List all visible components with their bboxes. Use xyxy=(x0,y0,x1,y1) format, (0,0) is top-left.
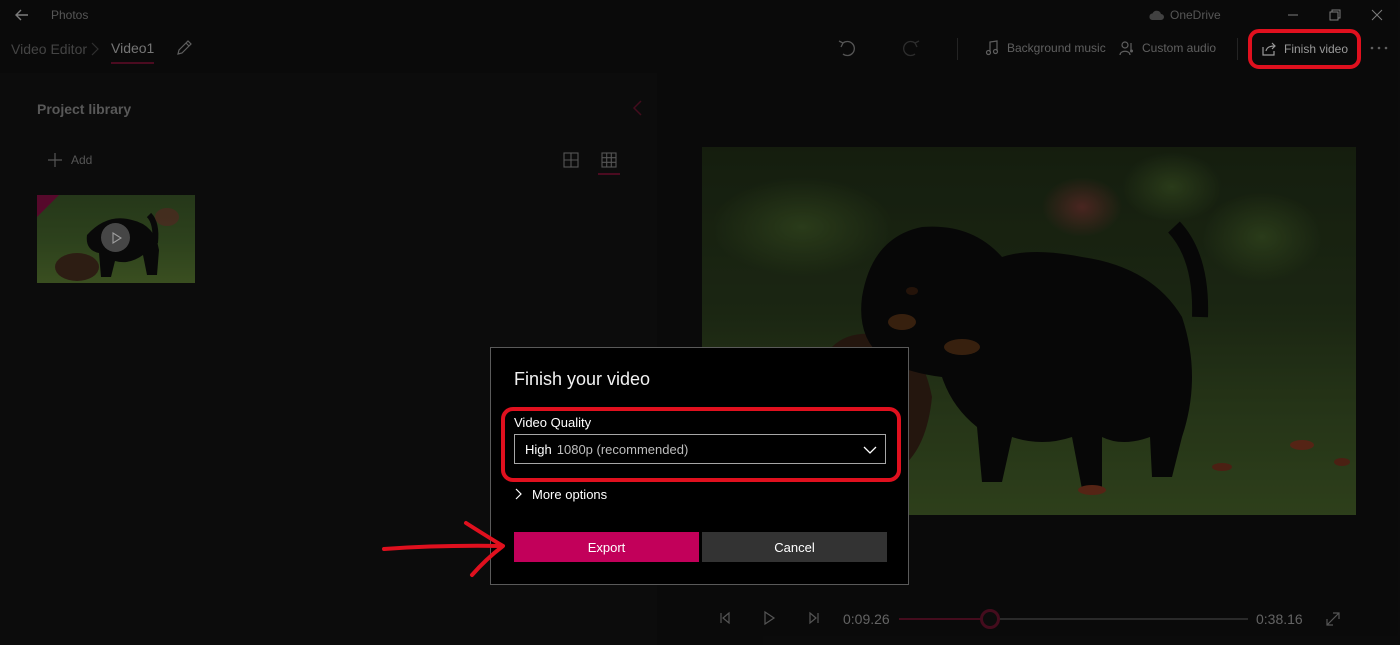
previous-frame-button[interactable] xyxy=(717,610,733,626)
onedrive-label: OneDrive xyxy=(1170,8,1221,22)
restore-button[interactable] xyxy=(1320,2,1350,28)
export-button[interactable]: Export xyxy=(514,532,699,562)
custom-audio-button[interactable]: Custom audio xyxy=(1119,38,1216,58)
more-options-menu-button[interactable] xyxy=(1368,38,1390,58)
add-media-button[interactable]: Add xyxy=(47,151,92,169)
minimize-icon xyxy=(1288,14,1298,16)
minimize-button[interactable] xyxy=(1278,2,1308,28)
share-icon xyxy=(1262,42,1276,56)
title-bar: Photos OneDrive xyxy=(0,0,1400,30)
small-thumbnail-view-button[interactable] xyxy=(598,149,620,175)
app-title: Photos xyxy=(51,8,89,22)
onedrive-status[interactable]: OneDrive xyxy=(1148,7,1221,23)
grid-2x2-icon xyxy=(563,152,579,168)
total-time: 0:38.16 xyxy=(1256,611,1303,627)
back-arrow-icon xyxy=(15,9,28,21)
seek-progress xyxy=(899,618,990,620)
cancel-button[interactable]: Cancel xyxy=(702,532,887,562)
plus-icon xyxy=(48,153,62,167)
restore-icon xyxy=(1329,9,1341,21)
redo-button[interactable] xyxy=(900,38,922,58)
chevron-right-icon xyxy=(515,488,522,500)
undo-icon xyxy=(838,40,855,57)
chevron-left-icon xyxy=(632,100,642,116)
cloud-icon xyxy=(1149,10,1164,20)
playback-bar: 0:09.26 0:38.16 xyxy=(657,600,1400,638)
ellipsis-icon xyxy=(1370,46,1388,50)
fullscreen-button[interactable] xyxy=(1324,610,1342,628)
custom-audio-icon xyxy=(1119,41,1133,56)
seek-slider[interactable] xyxy=(899,609,1248,629)
play-icon xyxy=(111,231,122,244)
finish-video-dialog: Finish your video Video Quality High 108… xyxy=(490,347,909,585)
undo-button[interactable] xyxy=(836,38,858,58)
add-label: Add xyxy=(71,153,93,167)
play-button[interactable] xyxy=(761,610,777,626)
close-button[interactable] xyxy=(1362,2,1392,28)
more-options-label: More options xyxy=(532,486,608,502)
expand-icon xyxy=(1326,612,1340,626)
music-note-icon xyxy=(985,40,999,56)
chevron-right-icon xyxy=(91,42,99,56)
breadcrumb-video-editor[interactable]: Video Editor xyxy=(11,41,87,57)
background-music-button[interactable]: Background music xyxy=(984,38,1106,58)
current-time: 0:09.26 xyxy=(843,611,890,627)
large-thumbnail-view-button[interactable] xyxy=(562,151,580,169)
media-thumbnail[interactable] xyxy=(37,195,195,283)
more-options-toggle[interactable]: More options xyxy=(514,485,607,503)
seek-handle[interactable] xyxy=(979,609,1000,629)
back-button[interactable] xyxy=(10,4,34,26)
step-forward-icon xyxy=(809,611,819,625)
play-icon xyxy=(764,610,776,626)
finish-video-button[interactable]: Finish video xyxy=(1248,29,1361,69)
redo-icon xyxy=(903,40,920,57)
project-name[interactable]: Video1 xyxy=(111,40,155,64)
close-icon xyxy=(1371,9,1383,21)
quality-highlight-annotation xyxy=(501,407,901,482)
next-frame-button[interactable] xyxy=(806,610,822,626)
toolbar-divider xyxy=(1237,38,1238,60)
step-back-icon xyxy=(720,611,730,625)
background-music-label: Background music xyxy=(1007,41,1106,55)
dialog-title: Finish your video xyxy=(514,369,651,389)
library-title: Project library xyxy=(37,101,132,117)
toolbar-divider xyxy=(957,38,958,60)
grid-3x3-icon xyxy=(601,152,617,168)
rename-button[interactable] xyxy=(174,38,194,58)
play-preview-button[interactable] xyxy=(101,223,130,252)
pencil-icon xyxy=(177,40,192,55)
finish-video-label: Finish video xyxy=(1283,42,1349,56)
custom-audio-label: Custom audio xyxy=(1142,41,1217,55)
arrow-annotation xyxy=(382,521,505,577)
collapse-library-button[interactable] xyxy=(630,99,644,117)
